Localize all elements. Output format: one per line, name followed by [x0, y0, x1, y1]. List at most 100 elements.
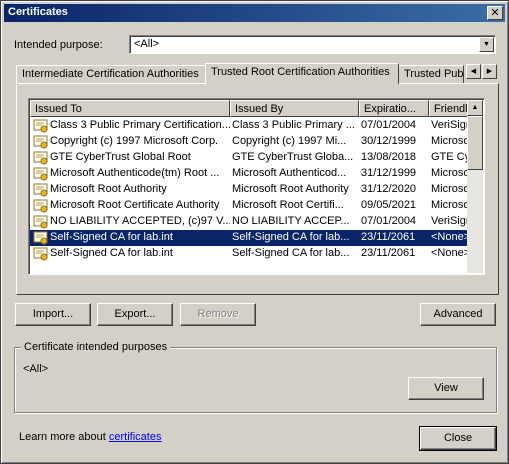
- cell-text: Microsof: [431, 199, 469, 211]
- cell-issued-by: Class 3 Public Primary ...: [230, 118, 359, 134]
- certificate-row[interactable]: Microsoft Root Certificate Authority Micr…: [30, 198, 469, 214]
- cell-text: Microsoft Authenticode(tm) Root ...: [50, 167, 220, 179]
- certificate-row[interactable]: GTE CyberTrust Global Root GTE CyberTrust…: [30, 150, 469, 166]
- cell-text: 23/11/2061: [361, 247, 416, 259]
- title-bar[interactable]: Certificates ✕: [4, 4, 505, 22]
- cell-expiration: 30/12/1999: [359, 134, 429, 150]
- scroll-thumb[interactable]: [467, 116, 483, 170]
- view-button-label: View: [434, 382, 458, 394]
- cell-issued-to: Microsoft Authenticode(tm) Root ...: [30, 166, 230, 182]
- cell-text: 31/12/1999: [361, 167, 417, 179]
- cell-text: Class 3 Public Primary ...: [232, 119, 355, 131]
- learn-more-prefix: Learn more about: [19, 431, 109, 443]
- cell-text: Microsoft Root Authority: [50, 183, 167, 195]
- cell-issued-by: Microsoft Root Authority: [230, 182, 359, 198]
- cell-text: Self-Signed CA for lab...: [232, 231, 350, 243]
- certificate-icon: [33, 215, 49, 229]
- certificates-dialog: Certificates ✕ Intended purpose: <All> ▼…: [0, 0, 509, 464]
- cell-text: Microsoft Authenticod...: [232, 167, 347, 179]
- cell-friendly-name: GTE Cy: [429, 150, 469, 166]
- cell-friendly-name: VeriSign: [429, 118, 469, 134]
- learn-more-text: Learn more about certificates: [19, 431, 161, 443]
- tab-intermediate-ca[interactable]: Intermediate Certification Authorities: [16, 65, 206, 83]
- advanced-button-label: Advanced: [433, 308, 483, 320]
- cell-text: Self-Signed CA for lab.int: [50, 247, 173, 259]
- cell-text: 07/01/2004: [361, 215, 417, 227]
- intended-purposes-value: <All>: [23, 363, 49, 375]
- cell-expiration: 23/11/2061: [359, 230, 429, 246]
- cell-text: Microsof: [431, 135, 469, 147]
- cell-issued-to: Microsoft Root Authority: [30, 182, 230, 198]
- advanced-button[interactable]: Advanced: [420, 303, 496, 326]
- tab-scroll-right-icon[interactable]: ▶: [482, 64, 497, 79]
- certificate-icon: [33, 167, 49, 181]
- cell-text: 07/01/2004: [361, 119, 417, 131]
- certificate-row[interactable]: Copyright (c) 1997 Microsoft Corp. Copyri…: [30, 134, 469, 150]
- intended-purpose-value: <All>: [134, 38, 160, 50]
- certificate-row[interactable]: NO LIABILITY ACCEPTED, (c)97 V... NO LIAB…: [30, 214, 469, 230]
- cell-text: 23/11/2061: [361, 231, 416, 243]
- column-header-issued-by[interactable]: Issued By: [230, 100, 359, 117]
- certificate-row[interactable]: Class 3 Public Primary Certification... C…: [30, 118, 469, 134]
- cell-issued-to: Microsoft Root Certificate Authority: [30, 198, 230, 214]
- import-button[interactable]: Import...: [15, 303, 91, 326]
- cell-friendly-name: Microsof: [429, 166, 469, 182]
- cell-text: 09/05/2021: [361, 199, 417, 211]
- cell-expiration: 31/12/1999: [359, 166, 429, 182]
- scroll-up-icon[interactable]: ▲: [467, 100, 483, 116]
- dropdown-arrow-icon[interactable]: ▼: [479, 37, 494, 52]
- cell-expiration: 07/01/2004: [359, 214, 429, 230]
- certificate-icon: [33, 151, 49, 165]
- close-button[interactable]: Close: [419, 426, 497, 451]
- tab-scroll-left-icon[interactable]: ◀: [466, 64, 481, 79]
- remove-button-label: Remove: [197, 308, 239, 320]
- cell-friendly-name: <None>: [429, 246, 469, 262]
- cell-text: GTE Cy: [431, 151, 469, 163]
- cell-text: NO LIABILITY ACCEPTED, (c)97 V...: [50, 215, 230, 227]
- view-button[interactable]: View: [408, 377, 484, 400]
- intended-purpose-select[interactable]: <All> ▼: [129, 35, 496, 54]
- vertical-scrollbar[interactable]: ▲: [467, 100, 483, 273]
- remove-button[interactable]: Remove: [180, 303, 256, 326]
- tab-trusted-publishers[interactable]: Trusted Publ: [398, 65, 464, 83]
- cell-expiration: 31/12/2020: [359, 182, 429, 198]
- certificate-list[interactable]: Issued To Issued By Expiratio... Friendl…: [28, 98, 485, 275]
- certificate-row[interactable]: Microsoft Authenticode(tm) Root ... Micro…: [30, 166, 469, 182]
- column-header-expiration[interactable]: Expiratio...: [359, 100, 429, 117]
- certificate-row[interactable]: Self-Signed CA for lab.int Self-Signed CA…: [30, 246, 469, 262]
- close-window-button[interactable]: ✕: [487, 6, 503, 20]
- cell-issued-by: Self-Signed CA for lab...: [230, 230, 359, 246]
- cell-issued-to: Copyright (c) 1997 Microsoft Corp.: [30, 134, 230, 150]
- cell-text: Self-Signed CA for lab...: [232, 247, 350, 259]
- cell-friendly-name: <None>: [429, 230, 469, 246]
- cell-issued-to: Self-Signed CA for lab.int: [30, 230, 230, 246]
- cell-issued-to: Class 3 Public Primary Certification...: [30, 118, 230, 134]
- cell-text: 31/12/2020: [361, 183, 417, 195]
- cell-friendly-name: Microsof: [429, 182, 469, 198]
- tab-trusted-root-ca[interactable]: Trusted Root Certification Authorities: [205, 63, 399, 84]
- certificate-icon: [33, 231, 49, 245]
- cell-issued-by: Self-Signed CA for lab...: [230, 246, 359, 262]
- cell-expiration: 23/11/2061: [359, 246, 429, 262]
- certificate-icon: [33, 119, 49, 133]
- export-button[interactable]: Export...: [97, 303, 173, 326]
- certificate-row[interactable]: Self-Signed CA for lab.int Self-Signed CA…: [30, 230, 469, 246]
- cell-issued-to: Self-Signed CA for lab.int: [30, 246, 230, 262]
- cell-expiration: 09/05/2021: [359, 198, 429, 214]
- intended-purpose-label: Intended purpose:: [14, 39, 103, 51]
- cell-friendly-name: Microsof: [429, 134, 469, 150]
- certificate-row[interactable]: Microsoft Root Authority Microsoft Root A…: [30, 182, 469, 198]
- cell-text: <None>: [431, 231, 469, 243]
- export-button-label: Export...: [114, 308, 156, 320]
- cell-text: Microsoft Root Certifi...: [232, 199, 344, 211]
- column-header-issued-to[interactable]: Issued To: [30, 100, 230, 117]
- cell-issued-by: GTE CyberTrust Globa...: [230, 150, 359, 166]
- cell-text: VeriSign: [431, 215, 469, 227]
- certificates-link[interactable]: certificates: [109, 431, 162, 443]
- close-button-label: Close: [443, 432, 473, 444]
- cell-issued-by: NO LIABILITY ACCEP...: [230, 214, 359, 230]
- cell-text: 30/12/1999: [361, 135, 417, 147]
- certificate-icon: [33, 199, 49, 213]
- cell-text: Self-Signed CA for lab.int: [50, 231, 173, 243]
- column-header-friendly-name[interactable]: Friendl: [429, 100, 469, 117]
